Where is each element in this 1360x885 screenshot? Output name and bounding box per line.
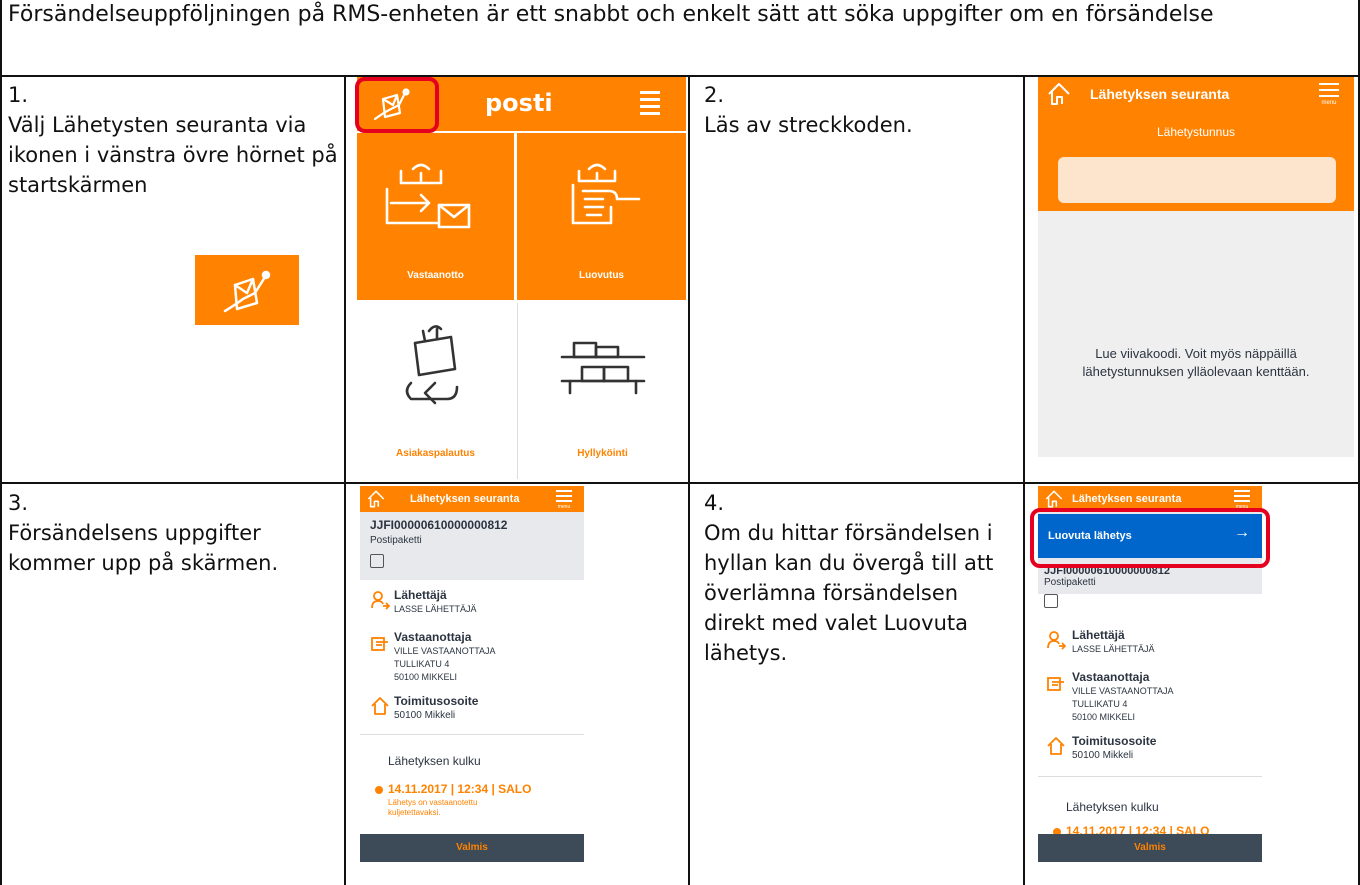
step-text: Läs av streckkoden. [704, 113, 913, 137]
product-name: Postipaketti [1044, 577, 1096, 588]
tile-vastaanotto[interactable]: Vastaanotto [357, 133, 514, 300]
tile-label: Hyllyköinti [577, 448, 628, 459]
scan-screen: Lähetyksen seuranta menu Lähetystunnus L… [1038, 77, 1354, 457]
tile-label: Asiakaspalautus [396, 448, 475, 459]
recipient-icon [370, 632, 390, 652]
document-icon[interactable] [1044, 594, 1058, 608]
recipient-line: 50100 MIKKELI [394, 672, 458, 682]
done-label: Valmis [1134, 842, 1166, 853]
app-header: Lähetyksen seuranta menu [360, 486, 584, 512]
house-icon [1046, 736, 1066, 756]
sender-name: LASSE LÄHETTÄJÄ [394, 604, 477, 614]
app-header: Lähetyksen seuranta menu Lähetystunnus [1038, 77, 1354, 211]
hamburger-icon[interactable]: menu [1319, 83, 1339, 106]
tile-label: Vastaanotto [407, 270, 464, 281]
details-screen: Lähetyksen seuranta menu JJFI00000610000… [360, 486, 584, 862]
step-number: 2. [704, 83, 725, 107]
page-title: Försändelseuppföljningen på RMS-enheten … [8, 2, 1214, 27]
screen-title: Lähetyksen seuranta [1072, 493, 1182, 505]
delivery-label: Toimitusosoite [1072, 734, 1157, 748]
step-text: Om du hittar försändelsen i hyllan kan d… [704, 521, 994, 665]
home-icon[interactable] [1046, 81, 1072, 107]
step-1: 1. Välj Lähetysten seuranta via ikonen i… [8, 80, 338, 200]
logo: posti [485, 89, 553, 117]
highlight-box [355, 77, 439, 133]
recipient-label: Vastaanottaja [1072, 670, 1150, 684]
tile-hyllykointi[interactable]: Hyllyköinti [517, 303, 686, 479]
recipient-line: TULLIKATU 4 [394, 659, 450, 669]
table-border [344, 75, 346, 885]
step-text: Försändelsens uppgifter kommer upp på sk… [8, 521, 279, 575]
recipient-icon [1046, 672, 1066, 692]
customer-return-icon [405, 325, 459, 405]
step-3: 3. Försändelsens uppgifter kommer upp på… [8, 488, 338, 578]
event-time: 14.11.2017 | 12:34 | SALO [1066, 824, 1210, 834]
sender-label: Lähettäjä [1072, 628, 1125, 642]
tile-asiakaspalautus[interactable]: Asiakaspalautus [357, 303, 514, 479]
screen-title: Lähetyksen seuranta [410, 493, 520, 505]
step-text: Välj Lähetysten seuranta via ikonen i vä… [8, 113, 338, 197]
divider [1038, 776, 1262, 777]
scan-instruction: Lue viivakoodi. Voit myös näppäillä lähe… [1082, 346, 1310, 379]
history-title: Lähetyksen kulku [388, 754, 481, 768]
event-clipped: 14.11.2017 | 12:34 | SALO [1038, 824, 1262, 834]
sender-label: Lähettäjä [394, 588, 447, 602]
done-label: Valmis [456, 842, 488, 853]
step-4: 4. Om du hittar försändelsen i hyllan ka… [704, 488, 1019, 668]
field-label: Lähetystunnus [1156, 125, 1236, 139]
home-icon[interactable] [366, 489, 386, 509]
sender-icon [1046, 630, 1067, 650]
event-time: 14.11.2017 | 12:34 | SALO [388, 782, 532, 796]
done-button[interactable]: Valmis [1038, 834, 1262, 862]
step-number: 4. [704, 491, 725, 515]
delivery-value: 50100 Mikkeli [1072, 750, 1134, 761]
sender-name: LASSE LÄHETTÄJÄ [1072, 644, 1155, 654]
menu-label: menu [557, 504, 571, 510]
tracking-icon [195, 255, 299, 325]
delivery-label: Toimitusosoite [394, 694, 479, 708]
timeline-dot [375, 786, 383, 794]
hamburger-icon[interactable] [640, 91, 660, 115]
document-icon[interactable] [370, 554, 384, 568]
step-2: 2. Läs av streckkoden. [704, 80, 1019, 140]
screen-title: Lähetyksen seuranta [1090, 86, 1230, 102]
recipient-line: VILLE VASTAANOTTAJA [1072, 686, 1174, 696]
step-number: 1. [8, 83, 29, 107]
hamburger-icon[interactable]: menu [1234, 490, 1250, 510]
hamburger-icon[interactable]: menu [556, 490, 572, 510]
table-border [688, 75, 690, 885]
recipient-line: 50100 MIKKELI [1072, 712, 1136, 722]
sender-icon [370, 590, 391, 610]
history-title: Lähetyksen kulku [1066, 800, 1159, 814]
handover-icon [571, 163, 641, 225]
tile-label: Luovutus [579, 270, 624, 281]
tile-luovutus[interactable]: Luovutus [517, 133, 686, 300]
table-border [1023, 75, 1025, 885]
recipient-label: Vastaanottaja [394, 630, 472, 644]
table-border [0, 0, 2, 885]
tracking-id: JJFI00000610000000812 [370, 518, 508, 532]
table-border [0, 482, 1360, 484]
home-icon[interactable] [1044, 489, 1064, 509]
product-name: Postipaketti [370, 535, 422, 546]
highlight-box [1030, 508, 1270, 568]
receive-icon [385, 163, 471, 229]
home-screen: posti Vastaanotto Luovutus Asiakaspalaut… [357, 77, 686, 479]
event-description: Lähetys on vastaanotettu kuljetettavaksi… [388, 798, 478, 817]
shipment-summary: JJFI00000610000000812 Postipaketti [360, 512, 584, 580]
step-number: 3. [8, 491, 29, 515]
menu-label: menu [1321, 100, 1337, 106]
recipient-line: VILLE VASTAANOTTAJA [394, 646, 496, 656]
delivery-value: 50100 Mikkeli [394, 710, 456, 721]
done-button[interactable]: Valmis [360, 834, 584, 862]
shelf-icon [560, 341, 646, 395]
recipient-line: TULLIKATU 4 [1072, 699, 1128, 709]
tracking-number-input[interactable] [1058, 157, 1336, 203]
house-icon [370, 696, 390, 716]
divider [360, 734, 584, 735]
